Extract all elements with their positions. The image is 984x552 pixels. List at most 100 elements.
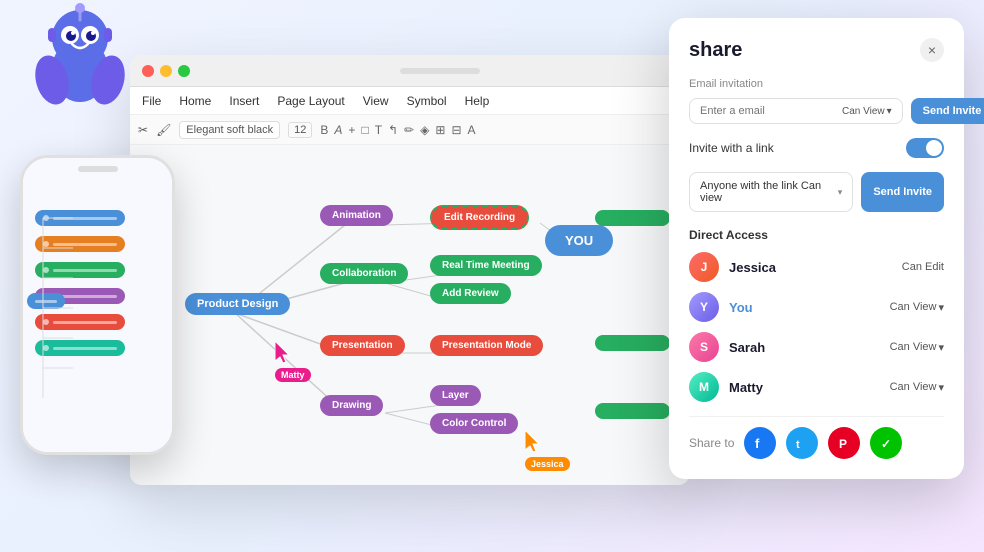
- cursor-jessica: Jessica: [525, 430, 570, 472]
- twitter-icon[interactable]: t: [786, 427, 818, 459]
- toolbar-icons: B A + □ T ↰ ✏ ◈ ⊞ ⊟ A: [320, 123, 475, 137]
- menu-file[interactable]: File: [142, 94, 161, 108]
- avatar-sarah: S: [689, 332, 719, 362]
- node-color-control[interactable]: Color Control: [430, 413, 518, 434]
- avatar-matty: M: [689, 372, 719, 402]
- node-layer[interactable]: Layer: [430, 385, 481, 406]
- toolbar-rect-icon[interactable]: □: [361, 123, 368, 137]
- node-real-time-meeting[interactable]: Real Time Meeting: [430, 255, 542, 276]
- node-presentation-mode[interactable]: Presentation Mode: [430, 335, 543, 356]
- send-invite-button-email[interactable]: Send Invite: [911, 98, 984, 124]
- share-panel: share × Email invitation Can View ▾ Send…: [669, 18, 964, 479]
- toolbar-text2-icon[interactable]: A: [468, 123, 476, 137]
- toolbar-pen-icon[interactable]: ✏: [404, 123, 414, 137]
- user-row-jessica: J Jessica Can Edit: [689, 252, 944, 282]
- title-bar: [130, 55, 690, 87]
- perm-text-jessica: Can Edit: [902, 261, 944, 273]
- send-invite-button-link[interactable]: Send Invite: [861, 172, 944, 212]
- username-matty: Matty: [729, 380, 880, 395]
- email-input[interactable]: [700, 105, 842, 117]
- email-section-label: Email invitation: [689, 78, 944, 90]
- menu-view[interactable]: View: [363, 94, 389, 108]
- green-bar-3: [595, 403, 670, 419]
- email-input-wrap[interactable]: Can View ▾: [689, 98, 903, 124]
- link-section-label: Invite with a link: [689, 141, 774, 155]
- toolbar-italic-icon[interactable]: A: [334, 123, 342, 137]
- mobile-notch: [78, 166, 118, 172]
- svg-text:t: t: [796, 439, 800, 451]
- direct-access-label: Direct Access: [689, 228, 944, 242]
- node-edit-recording[interactable]: Edit Recording: [430, 205, 529, 230]
- permission-sarah[interactable]: Can View ▾: [890, 341, 944, 354]
- permission-jessica: Can Edit: [902, 261, 944, 273]
- perm-text-you: Can View: [890, 301, 937, 313]
- username-jessica: Jessica: [729, 260, 892, 275]
- menu-page-layout[interactable]: Page Layout: [277, 94, 344, 108]
- green-bar-2: [595, 335, 670, 351]
- permission-matty[interactable]: Can View ▾: [890, 381, 944, 394]
- share-title: share: [689, 39, 742, 62]
- menu-home[interactable]: Home: [179, 94, 211, 108]
- mobile-left-nodes: [35, 210, 125, 366]
- toolbar-align-icon[interactable]: ⊟: [451, 123, 461, 137]
- pinterest-icon[interactable]: P: [828, 427, 860, 459]
- mobile-screen: [23, 158, 172, 452]
- avatar-you: Y: [689, 292, 719, 322]
- link-permission-dropdown[interactable]: Anyone with the link Can view ▾: [689, 172, 853, 212]
- node-drawing[interactable]: Drawing: [320, 395, 383, 416]
- user-row-you: Y You Can View ▾: [689, 292, 944, 322]
- permission-you[interactable]: Can View ▾: [890, 301, 944, 314]
- node-add-review[interactable]: Add Review: [430, 283, 511, 304]
- toolbar-bold-icon[interactable]: B: [320, 123, 328, 137]
- permission-chevron-icon: ▾: [887, 106, 892, 117]
- close-dot: [142, 65, 154, 77]
- node-presentation[interactable]: Presentation: [320, 335, 405, 356]
- share-to-label: Share to: [689, 436, 734, 450]
- link-toggle-row: Invite with a link: [689, 138, 944, 158]
- perm-text-sarah: Can View: [890, 341, 937, 353]
- perm-chevron-matty: ▾: [938, 381, 944, 394]
- username-you: You: [729, 300, 880, 315]
- cursor-jessica-label: Jessica: [525, 457, 570, 471]
- email-permission-badge[interactable]: Can View ▾: [842, 106, 892, 117]
- svg-text:P: P: [839, 437, 847, 451]
- toolbar-corner-icon[interactable]: ↰: [388, 123, 398, 137]
- link-dropdown-row: Anyone with the link Can view ▾ Send Inv…: [689, 172, 944, 212]
- node-animation[interactable]: Animation: [320, 205, 393, 226]
- url-bar: [400, 68, 480, 74]
- username-sarah: Sarah: [729, 340, 880, 355]
- menu-symbol[interactable]: Symbol: [407, 94, 447, 108]
- close-button[interactable]: ×: [920, 38, 944, 62]
- green-bar-1: [595, 210, 670, 226]
- user-row-matty: M Matty Can View ▾: [689, 372, 944, 402]
- toolbar-font-size[interactable]: 12: [288, 122, 312, 138]
- menu-insert[interactable]: Insert: [229, 94, 259, 108]
- email-permission-text: Can View: [842, 106, 885, 117]
- svg-text:✓: ✓: [881, 437, 891, 451]
- link-toggle[interactable]: [906, 138, 944, 158]
- node-collaboration[interactable]: Collaboration: [320, 263, 408, 284]
- node-product-design[interactable]: Product Design: [185, 293, 290, 315]
- toolbar-paint-icon[interactable]: 🖌: [156, 123, 171, 137]
- toggle-knob: [926, 140, 942, 156]
- svg-text:f: f: [755, 436, 760, 451]
- mobile-mockup: [20, 155, 175, 455]
- font-selector[interactable]: Elegant soft black: [179, 121, 280, 139]
- line-icon[interactable]: ✓: [870, 427, 902, 459]
- traffic-lights: [142, 65, 190, 77]
- cursor-matty: Matty: [275, 341, 311, 383]
- email-row: Can View ▾ Send Invite: [689, 98, 944, 124]
- dropdown-arrow-icon: ▾: [838, 187, 843, 198]
- toolbar-layer-icon[interactable]: ◈: [420, 123, 429, 137]
- maximize-dot: [178, 65, 190, 77]
- toolbar-cut-icon[interactable]: ✂: [138, 123, 148, 137]
- facebook-icon[interactable]: f: [744, 427, 776, 459]
- desktop-mockup: File Home Insert Page Layout View Symbol…: [130, 55, 690, 485]
- toolbar-text-icon[interactable]: T: [375, 123, 382, 137]
- canvas-area: Product Design Animation Edit Recording …: [130, 145, 690, 485]
- toolbar-grid-icon[interactable]: ⊞: [435, 123, 445, 137]
- canvas-connections: [130, 145, 690, 485]
- link-dropdown-text: Anyone with the link Can view: [700, 180, 838, 204]
- menu-help[interactable]: Help: [465, 94, 490, 108]
- toolbar-plus-icon[interactable]: +: [348, 123, 355, 137]
